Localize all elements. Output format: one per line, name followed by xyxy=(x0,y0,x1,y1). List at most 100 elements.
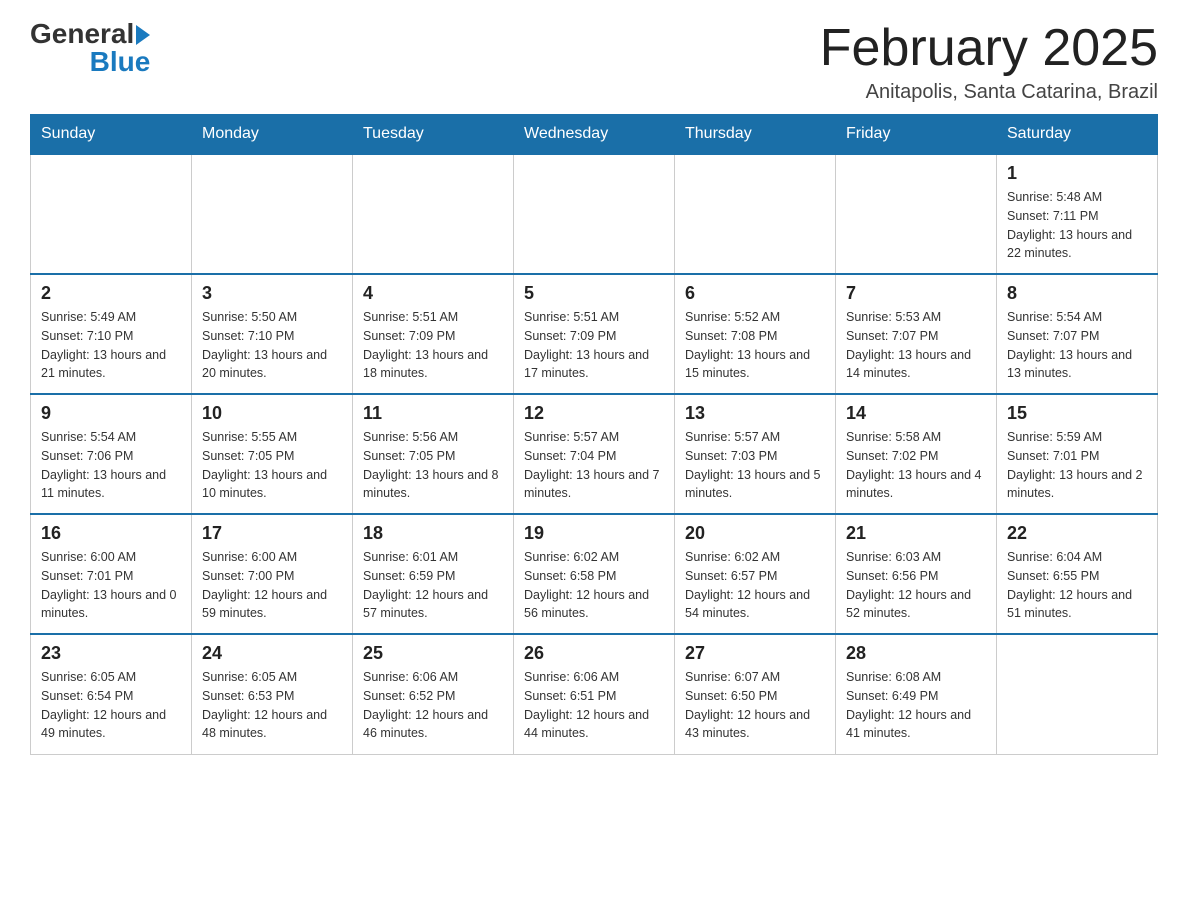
calendar-table: SundayMondayTuesdayWednesdayThursdayFrid… xyxy=(30,114,1158,755)
weekday-header-saturday: Saturday xyxy=(997,115,1158,155)
page-header: General Blue February 2025 Anitapolis, S… xyxy=(30,20,1158,104)
weekday-header-tuesday: Tuesday xyxy=(353,115,514,155)
calendar-week-row: 1Sunrise: 5:48 AMSunset: 7:11 PMDaylight… xyxy=(31,154,1158,274)
weekday-header-wednesday: Wednesday xyxy=(514,115,675,155)
day-info: Sunrise: 5:50 AMSunset: 7:10 PMDaylight:… xyxy=(202,308,342,383)
day-info: Sunrise: 5:55 AMSunset: 7:05 PMDaylight:… xyxy=(202,428,342,503)
day-info: Sunrise: 5:57 AMSunset: 7:03 PMDaylight:… xyxy=(685,428,825,503)
calendar-cell xyxy=(997,634,1158,754)
calendar-header: SundayMondayTuesdayWednesdayThursdayFrid… xyxy=(31,115,1158,155)
weekday-header-monday: Monday xyxy=(192,115,353,155)
calendar-cell: 10Sunrise: 5:55 AMSunset: 7:05 PMDayligh… xyxy=(192,394,353,514)
day-number: 3 xyxy=(202,283,342,304)
calendar-cell: 28 Sunrise: 6:08 AMSunset: 6:49 PMDayligh… xyxy=(836,634,997,754)
calendar-cell: 8 Sunrise: 5:54 AMSunset: 7:07 PMDaylight… xyxy=(997,274,1158,394)
calendar-cell: 23 Sunrise: 6:05 AMSunset: 6:54 PMDayligh… xyxy=(31,634,192,754)
day-info: Sunrise: 6:05 AMSunset: 6:53 PMDaylight:… xyxy=(202,668,342,743)
day-info: Sunrise: 5:51 AMSunset: 7:09 PMDaylight:… xyxy=(363,308,503,383)
day-number: 15 xyxy=(1007,403,1147,424)
weekday-header-thursday: Thursday xyxy=(675,115,836,155)
calendar-cell: 25 Sunrise: 6:06 AMSunset: 6:52 PMDayligh… xyxy=(353,634,514,754)
logo: General Blue xyxy=(30,20,150,76)
day-info: Sunrise: 5:59 AMSunset: 7:01 PMDaylight:… xyxy=(1007,428,1147,503)
calendar-cell: 19 Sunrise: 6:02 AMSunset: 6:58 PMDayligh… xyxy=(514,514,675,634)
calendar-cell: 13 Sunrise: 5:57 AMSunset: 7:03 PMDayligh… xyxy=(675,394,836,514)
calendar-cell: 20 Sunrise: 6:02 AMSunset: 6:57 PMDayligh… xyxy=(675,514,836,634)
day-info: Sunrise: 6:01 AMSunset: 6:59 PMDaylight:… xyxy=(363,548,503,623)
weekday-header-row: SundayMondayTuesdayWednesdayThursdayFrid… xyxy=(31,115,1158,155)
calendar-cell xyxy=(192,154,353,274)
day-info: Sunrise: 5:51 AMSunset: 7:09 PMDaylight:… xyxy=(524,308,664,383)
calendar-cell xyxy=(836,154,997,274)
day-number: 22 xyxy=(1007,523,1147,544)
day-number: 5 xyxy=(524,283,664,304)
day-info: Sunrise: 5:56 AMSunset: 7:05 PMDaylight:… xyxy=(363,428,503,503)
day-number: 2 xyxy=(41,283,181,304)
calendar-cell xyxy=(31,154,192,274)
day-number: 9 xyxy=(41,403,181,424)
day-number: 21 xyxy=(846,523,986,544)
day-info: Sunrise: 6:00 AMSunset: 7:01 PMDaylight:… xyxy=(41,548,181,623)
day-info: Sunrise: 6:07 AMSunset: 6:50 PMDaylight:… xyxy=(685,668,825,743)
calendar-week-row: 9 Sunrise: 5:54 AMSunset: 7:06 PMDaylight… xyxy=(31,394,1158,514)
calendar-week-row: 23 Sunrise: 6:05 AMSunset: 6:54 PMDayligh… xyxy=(31,634,1158,754)
day-info: Sunrise: 5:53 AMSunset: 7:07 PMDaylight:… xyxy=(846,308,986,383)
weekday-header-sunday: Sunday xyxy=(31,115,192,155)
day-number: 25 xyxy=(363,643,503,664)
calendar-title: February 2025 xyxy=(820,20,1158,77)
title-block: February 2025 Anitapolis, Santa Catarina… xyxy=(820,20,1158,104)
calendar-week-row: 2 Sunrise: 5:49 AMSunset: 7:10 PMDaylight… xyxy=(31,274,1158,394)
weekday-header-friday: Friday xyxy=(836,115,997,155)
day-number: 27 xyxy=(685,643,825,664)
calendar-cell: 26Sunrise: 6:06 AMSunset: 6:51 PMDayligh… xyxy=(514,634,675,754)
calendar-cell: 14Sunrise: 5:58 AMSunset: 7:02 PMDayligh… xyxy=(836,394,997,514)
calendar-cell: 11 Sunrise: 5:56 AMSunset: 7:05 PMDayligh… xyxy=(353,394,514,514)
logo-general: General xyxy=(30,20,134,48)
day-info: Sunrise: 5:57 AMSunset: 7:04 PMDaylight:… xyxy=(524,428,664,503)
day-number: 8 xyxy=(1007,283,1147,304)
day-number: 20 xyxy=(685,523,825,544)
calendar-cell: 22 Sunrise: 6:04 AMSunset: 6:55 PMDayligh… xyxy=(997,514,1158,634)
calendar-cell: 4 Sunrise: 5:51 AMSunset: 7:09 PMDaylight… xyxy=(353,274,514,394)
day-number: 28 xyxy=(846,643,986,664)
calendar-cell: 3 Sunrise: 5:50 AMSunset: 7:10 PMDaylight… xyxy=(192,274,353,394)
day-number: 1 xyxy=(1007,163,1147,184)
day-number: 23 xyxy=(41,643,181,664)
day-info: Sunrise: 6:06 AMSunset: 6:52 PMDaylight:… xyxy=(363,668,503,743)
day-info: Sunrise: 6:04 AMSunset: 6:55 PMDaylight:… xyxy=(1007,548,1147,623)
calendar-cell: 16 Sunrise: 6:00 AMSunset: 7:01 PMDayligh… xyxy=(31,514,192,634)
day-number: 7 xyxy=(846,283,986,304)
calendar-cell xyxy=(675,154,836,274)
calendar-cell: 5 Sunrise: 5:51 AMSunset: 7:09 PMDaylight… xyxy=(514,274,675,394)
day-number: 13 xyxy=(685,403,825,424)
day-number: 24 xyxy=(202,643,342,664)
calendar-cell xyxy=(353,154,514,274)
day-number: 11 xyxy=(363,403,503,424)
calendar-body: 1Sunrise: 5:48 AMSunset: 7:11 PMDaylight… xyxy=(31,154,1158,754)
day-info: Sunrise: 6:08 AMSunset: 6:49 PMDaylight:… xyxy=(846,668,986,743)
day-number: 4 xyxy=(363,283,503,304)
calendar-cell: 6Sunrise: 5:52 AMSunset: 7:08 PMDaylight… xyxy=(675,274,836,394)
calendar-cell: 7 Sunrise: 5:53 AMSunset: 7:07 PMDaylight… xyxy=(836,274,997,394)
day-info: Sunrise: 6:02 AMSunset: 6:57 PMDaylight:… xyxy=(685,548,825,623)
calendar-cell: 21 Sunrise: 6:03 AMSunset: 6:56 PMDayligh… xyxy=(836,514,997,634)
day-info: Sunrise: 5:49 AMSunset: 7:10 PMDaylight:… xyxy=(41,308,181,383)
calendar-cell xyxy=(514,154,675,274)
day-number: 19 xyxy=(524,523,664,544)
day-info: Sunrise: 5:54 AMSunset: 7:06 PMDaylight:… xyxy=(41,428,181,503)
calendar-subtitle: Anitapolis, Santa Catarina, Brazil xyxy=(820,81,1158,104)
logo-arrow-icon xyxy=(136,25,150,45)
day-info: Sunrise: 6:05 AMSunset: 6:54 PMDaylight:… xyxy=(41,668,181,743)
day-number: 26 xyxy=(524,643,664,664)
calendar-cell: 17Sunrise: 6:00 AMSunset: 7:00 PMDayligh… xyxy=(192,514,353,634)
day-info: Sunrise: 6:02 AMSunset: 6:58 PMDaylight:… xyxy=(524,548,664,623)
day-info: Sunrise: 5:52 AMSunset: 7:08 PMDaylight:… xyxy=(685,308,825,383)
day-number: 16 xyxy=(41,523,181,544)
calendar-cell: 18 Sunrise: 6:01 AMSunset: 6:59 PMDayligh… xyxy=(353,514,514,634)
calendar-cell: 15 Sunrise: 5:59 AMSunset: 7:01 PMDayligh… xyxy=(997,394,1158,514)
day-number: 18 xyxy=(363,523,503,544)
day-info: Sunrise: 6:03 AMSunset: 6:56 PMDaylight:… xyxy=(846,548,986,623)
day-info: Sunrise: 5:54 AMSunset: 7:07 PMDaylight:… xyxy=(1007,308,1147,383)
day-info: Sunrise: 5:58 AMSunset: 7:02 PMDaylight:… xyxy=(846,428,986,503)
calendar-cell: 1Sunrise: 5:48 AMSunset: 7:11 PMDaylight… xyxy=(997,154,1158,274)
